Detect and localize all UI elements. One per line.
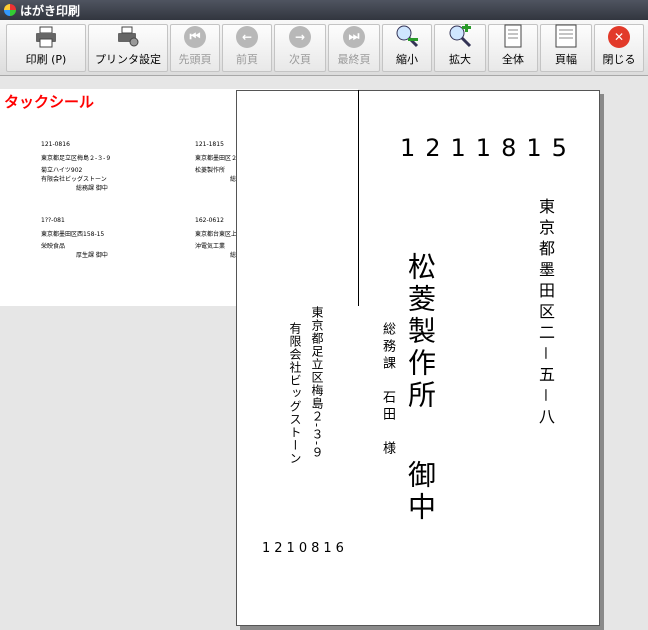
recipient-address: 東京都墨田区二－五－八 [536,198,555,430]
tack-label: 1??-081 東京都墨田区西158-15 栄映食品 厚生課 御中 [41,217,108,259]
sender-address: 東京都足立区梅島２-３-９ [310,306,324,460]
close-icon: ✕ [607,25,631,48]
close-button[interactable]: ✕ 閉じる [594,24,644,72]
tack-seal-title: タックシール [4,93,95,111]
zoom-in-button[interactable]: 拡大 [434,24,486,72]
zoom-in-icon [448,24,472,48]
preview-divider [358,90,359,306]
last-page-icon: ⏭ [342,25,366,48]
whole-page-button[interactable]: 全体 [488,24,538,72]
print-button[interactable]: 印刷 (P) [6,24,86,72]
recipient-honorific: 御中 [404,460,437,524]
next-page-icon: → [288,25,312,48]
title-bar: はがき印刷 [0,0,648,20]
page-width-button[interactable]: 頁幅 [540,24,592,72]
prev-page-button[interactable]: ← 前頁 [222,24,272,72]
first-page-icon: ⏮ [183,25,207,48]
prev-page-icon: ← [235,25,259,48]
recipient-zip: 1211815 [400,134,577,162]
zoom-out-icon [395,24,419,48]
printer-settings-button[interactable]: プリンタ設定 [88,24,168,72]
window-title: はがき印刷 [20,3,81,18]
recipient-person: 総務課 石田 様 [380,322,395,458]
whole-page-icon [501,24,525,48]
toolbar: 印刷 (P) プリンタ設定 ⏮ 先頭頁 ← 前頁 → 次頁 ⏭ 最終頁 縮小 拡… [0,20,648,76]
next-page-button[interactable]: → 次頁 [274,24,326,72]
app-icon [4,4,16,16]
sender-zip: 1210816 [262,541,348,556]
zoom-out-button[interactable]: 縮小 [382,24,432,72]
printer-settings-icon [116,25,140,48]
first-page-button[interactable]: ⏮ 先頭頁 [170,24,220,72]
recipient-company: 松菱製作所 [404,252,437,412]
tack-label: 121-0816 東京都足立区梅島２-３-９ 菊立ハイツ902 有限会社ビッグス… [41,141,112,192]
sender-company: 有限会社ビッグストーン [288,322,302,465]
printer-icon [34,25,58,48]
last-page-button[interactable]: ⏭ 最終頁 [328,24,380,72]
page-width-icon [554,24,578,48]
